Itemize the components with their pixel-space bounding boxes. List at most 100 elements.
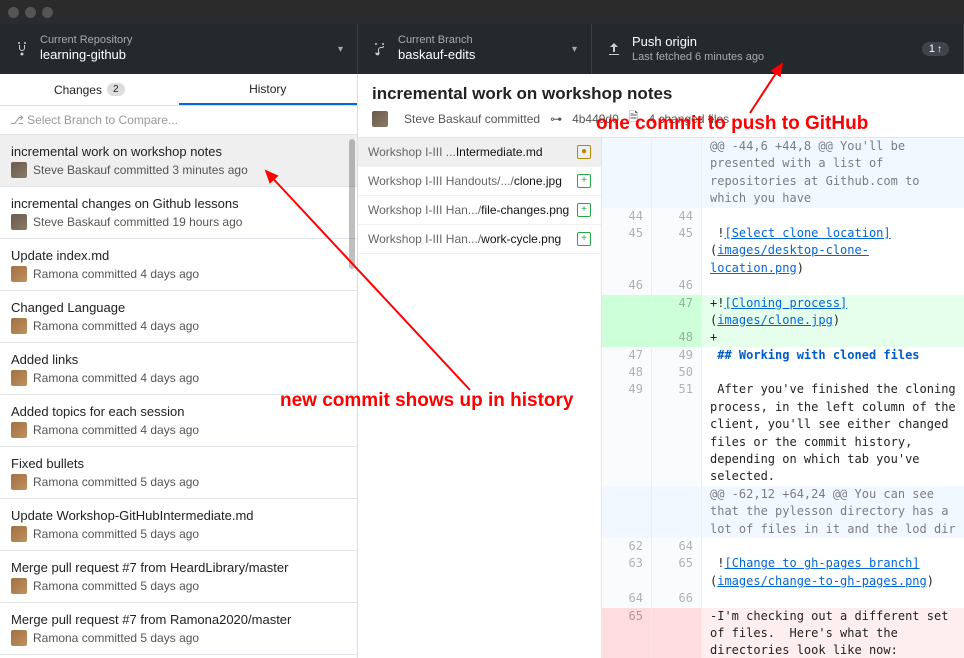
sidebar-tabs: Changes 2 History: [0, 74, 357, 106]
commit-list-item[interactable]: Merge pull request #7 from HeardLibrary/…: [0, 551, 357, 603]
commit-item-meta: Ramona committed 5 days ago: [11, 578, 346, 594]
commit-item-title: Changed Language: [11, 300, 346, 315]
diff-view[interactable]: @@ -44,6 +44,8 @@ You'll be presented wi…: [602, 138, 964, 658]
file-path: Workshop I-III Han.../file-changes.png: [368, 203, 569, 217]
commit-list-item[interactable]: Added topics for each sessionRamona comm…: [0, 395, 357, 447]
diff-line: 4646: [602, 277, 964, 294]
avatar: [11, 370, 27, 386]
traffic-light-max[interactable]: [42, 7, 53, 18]
commit-list-item[interactable]: Fixed bulletsRamona committed 5 days ago: [0, 447, 357, 499]
commit-item-meta: Ramona committed 5 days ago: [11, 630, 346, 646]
diff-line: 6365 ![Change to gh-pages branch](images…: [602, 555, 964, 590]
diff-line: 4850: [602, 364, 964, 381]
commit-list-item[interactable]: Changed Language Ramona committed 4 days …: [0, 291, 357, 343]
app-toolbar: Current Repository learning-github ▾ Cur…: [0, 24, 964, 74]
commit-item-meta: Ramona committed 4 days ago: [11, 266, 346, 282]
branch-value: baskauf-edits: [398, 47, 564, 64]
commit-item-title: Update index.md: [11, 248, 346, 263]
diff-line: 6264: [602, 538, 964, 555]
sidebar: Changes 2 History ⎇ Select Branch to Com…: [0, 74, 358, 658]
scrollbar[interactable]: [349, 139, 355, 269]
commit-item-title: Update Workshop-GitHubIntermediate.md: [11, 508, 346, 523]
commit-list-item[interactable]: Added linksRamona committed 4 days ago: [0, 343, 357, 395]
commit-list-item[interactable]: Update Workshop-GitHubIntermediate.md Ram…: [0, 499, 357, 551]
avatar: [11, 630, 27, 646]
push-status: Last fetched 6 minutes ago: [632, 51, 904, 64]
commit-item-title: incremental work on workshop notes: [11, 144, 346, 159]
diff-line: 47+![Cloning process](images/clone.jpg): [602, 295, 964, 330]
sha-icon: ⊶: [550, 112, 562, 126]
commit-list-item[interactable]: Update index.md Ramona committed 4 days a…: [0, 239, 357, 291]
chevron-down-icon: ▾: [572, 44, 577, 55]
added-icon: +: [577, 174, 591, 188]
commit-item-meta: Ramona committed 5 days ago: [11, 474, 346, 490]
avatar: [11, 422, 27, 438]
push-label: Push origin: [632, 34, 904, 51]
branch-label: Current Branch: [398, 34, 564, 47]
commit-header: incremental work on workshop notes Steve…: [358, 74, 964, 138]
file-list-item[interactable]: Workshop I-III Han.../file-changes.png +: [358, 196, 601, 225]
branch-icon: [372, 41, 388, 57]
diff-line: @@ -44,6 +44,8 @@ You'll be presented wi…: [602, 138, 964, 208]
chevron-down-icon: ▾: [338, 44, 343, 55]
diff-line: @@ -62,12 +64,24 @@ You can see that the…: [602, 486, 964, 538]
diff-line: 6466: [602, 590, 964, 607]
push-badge: 1: [922, 42, 949, 56]
commit-list-item[interactable]: incremental changes on Github lessons Ste…: [0, 187, 357, 239]
diff-line: 4444: [602, 208, 964, 225]
commit-item-meta: Steve Baskauf committed 19 hours ago: [11, 214, 346, 230]
repo-value: learning-github: [40, 47, 330, 64]
added-icon: +: [577, 203, 591, 217]
avatar: [372, 111, 388, 127]
avatar: [11, 214, 27, 230]
push-button[interactable]: Push origin Last fetched 6 minutes ago 1: [592, 24, 964, 74]
diff-line: 4951 After you've finished the cloning p…: [602, 381, 964, 485]
file-path: Workshop I-III ...Intermediate.md: [368, 145, 543, 159]
commit-item-meta: Ramona committed 4 days ago: [11, 318, 346, 334]
branch-compare-placeholder: Select Branch to Compare...: [27, 113, 178, 127]
avatar: [11, 578, 27, 594]
diff-line: 4545 ![Select clone location](images/des…: [602, 225, 964, 277]
avatar: [11, 162, 27, 178]
branch-compare-select[interactable]: ⎇ Select Branch to Compare...: [0, 106, 357, 135]
commit-item-title: Merge pull request #7 from Ramona2020/ma…: [11, 612, 346, 627]
commit-detail-panel: incremental work on workshop notes Steve…: [358, 74, 964, 658]
tab-history[interactable]: History: [179, 74, 358, 105]
avatar: [11, 526, 27, 542]
commit-item-meta: Steve Baskauf committed 3 minutes ago: [11, 162, 346, 178]
commit-item-title: Merge pull request #7 from HeardLibrary/…: [11, 560, 346, 575]
commit-item-title: incremental changes on Github lessons: [11, 196, 346, 211]
traffic-light-close[interactable]: [8, 7, 19, 18]
tab-changes[interactable]: Changes 2: [0, 74, 179, 105]
diff-line: 4749 ## Working with cloned files: [602, 347, 964, 364]
file-path: Workshop I-III Han.../work-cycle.png: [368, 232, 561, 246]
file-list-item[interactable]: Workshop I-III Handouts/.../clone.jpg +: [358, 167, 601, 196]
repo-label: Current Repository: [40, 34, 330, 47]
file-icon: 🗎: [629, 108, 639, 129]
avatar: [11, 474, 27, 490]
commit-item-meta: Ramona committed 5 days ago: [11, 526, 346, 542]
added-icon: +: [577, 232, 591, 246]
diff-line: 65-I'm checking out a different set of f…: [602, 608, 964, 658]
push-icon: [606, 41, 622, 57]
repo-selector[interactable]: Current Repository learning-github ▾: [0, 24, 358, 74]
commit-item-meta: Ramona committed 4 days ago: [11, 370, 346, 386]
traffic-light-min[interactable]: [25, 7, 36, 18]
diff-line: 48+: [602, 329, 964, 346]
commit-sha[interactable]: 4b449d0: [572, 112, 619, 126]
commit-title: incremental work on workshop notes: [372, 84, 950, 104]
changed-files-list[interactable]: Workshop I-III ...Intermediate.md●Worksh…: [358, 138, 602, 658]
changes-badge: 2: [107, 83, 125, 96]
tab-changes-label: Changes: [54, 83, 102, 97]
commit-list-item[interactable]: incremental work on workshop notes Steve …: [0, 135, 357, 187]
file-list-item[interactable]: Workshop I-III ...Intermediate.md ●: [358, 138, 601, 167]
history-list[interactable]: incremental work on workshop notes Steve …: [0, 135, 357, 658]
commit-list-item[interactable]: Merge pull request #7 from Ramona2020/ma…: [0, 603, 357, 655]
avatar: [11, 266, 27, 282]
file-path: Workshop I-III Handouts/.../clone.jpg: [368, 174, 562, 188]
branch-selector[interactable]: Current Branch baskauf-edits ▾: [358, 24, 592, 74]
modified-icon: ●: [577, 145, 591, 159]
commit-item-meta: Ramona committed 4 days ago: [11, 422, 346, 438]
avatar: [11, 318, 27, 334]
file-list-item[interactable]: Workshop I-III Han.../work-cycle.png +: [358, 225, 601, 254]
